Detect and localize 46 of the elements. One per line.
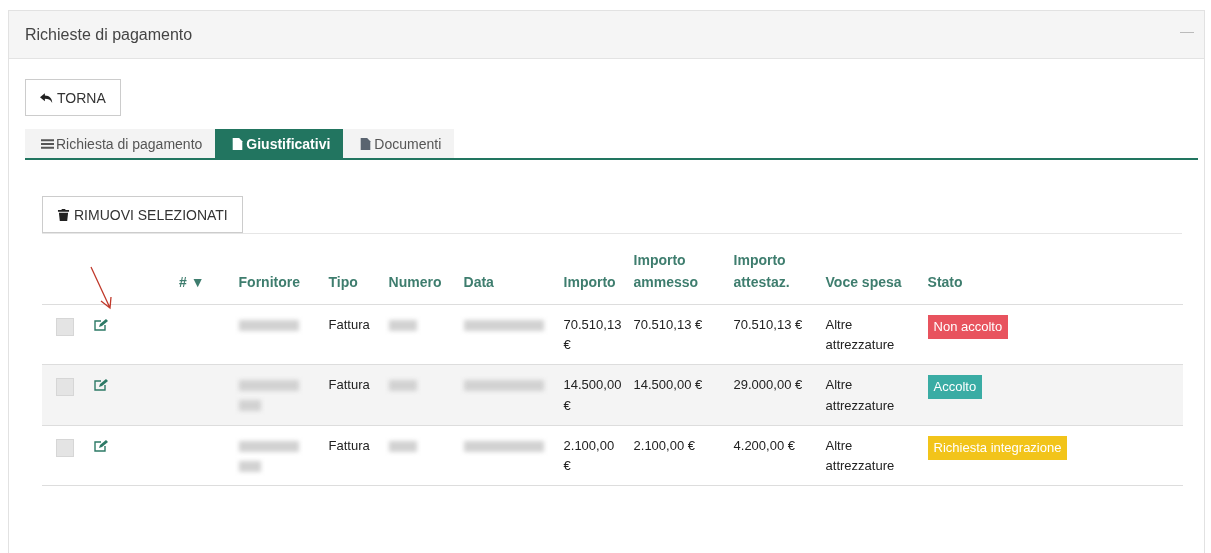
row-checkbox[interactable] [56, 438, 74, 457]
column-header[interactable]: # ▼ [179, 274, 205, 291]
table-cell: Altre attrezzature [825, 437, 895, 474]
annotation-arrow [89, 265, 113, 311]
column-header: Importo ammesso [633, 251, 699, 291]
table-cell: Fattura [328, 437, 370, 453]
column-header: Voce spesa [825, 274, 902, 291]
column-header: Stato [927, 274, 963, 291]
panel-title: Richieste di pagamento [25, 25, 193, 44]
table-cell: Fattura [328, 377, 370, 393]
table-cell: 14.500,00 € [633, 377, 703, 393]
table-cell: 2.100,00 € [633, 437, 695, 453]
column-header: Data [463, 274, 494, 291]
row-checkbox[interactable] [56, 378, 74, 397]
row-checkbox[interactable] [56, 317, 74, 336]
edit-icon[interactable] [94, 439, 108, 452]
table-cell: 4.200,00 € [733, 437, 795, 453]
column-header: Importo attestaz. [733, 251, 790, 291]
edit-icon[interactable] [94, 318, 108, 331]
table-cell: 70.510,13 € [563, 316, 622, 353]
status-badge: Non accolto [927, 314, 1009, 339]
table-cell: Altre attrezzature [825, 316, 895, 353]
tab[interactable]: Giustificativi [215, 129, 344, 158]
status-badge: Accolto [927, 375, 983, 400]
column-header: Fornitore [238, 274, 300, 291]
table-cell: Altre attrezzature [825, 377, 895, 413]
list-icon [41, 137, 54, 150]
reply-icon [40, 91, 53, 104]
status-badge: Richiesta integrazione [927, 435, 1068, 460]
table-cell: 14.500,00 € [563, 377, 622, 413]
edit-icon[interactable] [94, 379, 108, 392]
table-cell: Fattura [328, 316, 370, 332]
tab[interactable]: Richiesta di pagamento [25, 129, 216, 158]
table-cell: 70.510,13 € [733, 316, 803, 332]
table-cell: 29.000,00 € [733, 377, 803, 393]
remove-selected-button[interactable]: RIMUOVI SELEZIONATI [42, 196, 243, 233]
column-header: Numero [388, 274, 442, 291]
trash-icon [57, 208, 70, 221]
back-button[interactable]: TORNA [25, 79, 121, 116]
table-cell: 70.510,13 € [633, 316, 703, 332]
tab[interactable]: Documenti [343, 129, 455, 158]
column-header: Tipo [328, 274, 358, 291]
file-icon [359, 137, 373, 150]
table-cell: 2.100,00 € [563, 437, 615, 474]
column-header: Importo [563, 274, 616, 291]
file-icon [231, 137, 245, 150]
